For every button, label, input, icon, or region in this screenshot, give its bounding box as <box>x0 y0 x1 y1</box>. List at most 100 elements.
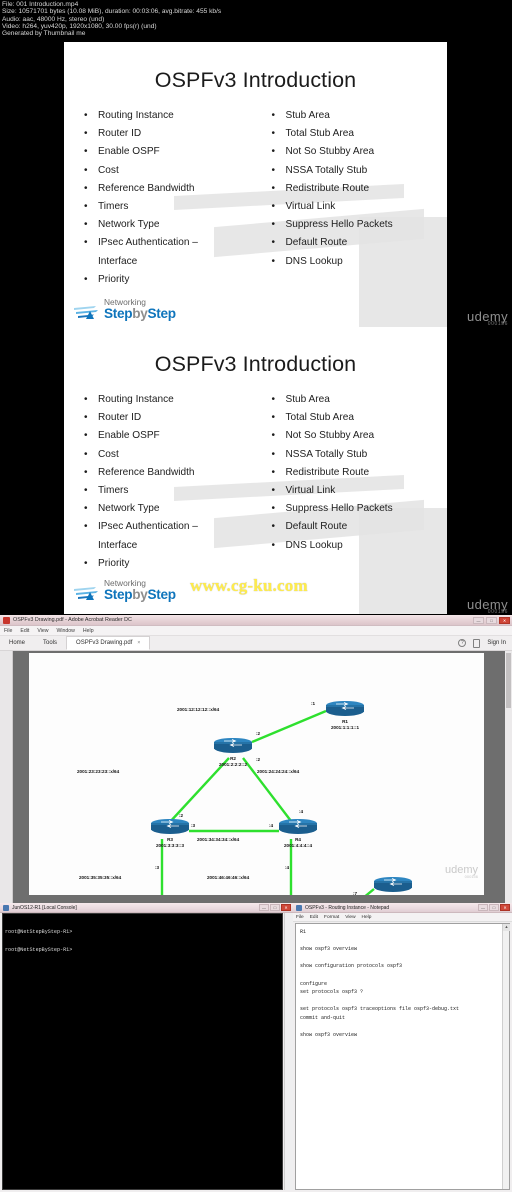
acrobat-tabbar-right: ? Sign In <box>458 636 512 650</box>
router-r2-address: 2001:2:2:2::2 <box>218 762 248 767</box>
router-r3-address: 2001:3:3:3::3 <box>155 843 185 848</box>
slide-bullet-columns: Routing Instance Router ID Enable OSPF C… <box>64 107 447 289</box>
menu-file[interactable]: File <box>296 915 304 920</box>
slide-bullet-columns: Routing Instance Router ID Enable OSPF C… <box>64 391 447 573</box>
maximize-button[interactable]: □ <box>270 904 280 911</box>
udemy-watermark-pdf: udemy 000156 <box>445 864 478 879</box>
link-label-12: 2001:12:12:12::x/64 <box>177 707 220 712</box>
console-terminal[interactable]: root@NetStepByStep-R1> root@NetStepBySte… <box>2 913 283 1190</box>
list-item: Router ID <box>80 125 261 143</box>
list-item-continuation: Interface <box>98 539 138 551</box>
tab-tools-label: Tools <box>43 640 58 646</box>
router-r4-label: R4 <box>295 837 301 842</box>
console-window-title: JunOS12-R1 [Local Console] <box>12 904 77 911</box>
console-title-bar: JunOS12-R1 [Local Console] — □ ✕ <box>0 903 293 913</box>
slide-bullets-right: Stub Area Total Stub Area Not So Stubby … <box>261 391 442 573</box>
networking-stepbystep-logo: Networking StepbyStep <box>74 296 204 326</box>
adobe-acrobat-window: OSPFv3 Drawing.pdf - Adobe Acrobat Reade… <box>0 615 512 904</box>
sign-in-button[interactable]: Sign In <box>487 640 506 646</box>
acrobat-navigation-pane[interactable] <box>0 651 13 904</box>
list-item: Stub Area <box>268 391 442 409</box>
notepad-text-area[interactable]: R1 show ospf3 overview show configuratio… <box>295 923 510 1190</box>
menu-view[interactable]: View <box>345 915 355 920</box>
site-watermark: www.cg-ku.com <box>190 576 308 595</box>
list-item: Timers <box>80 482 261 500</box>
router-r1-label: R1 <box>342 719 348 724</box>
menu-file[interactable]: File <box>4 628 12 634</box>
minimize-button[interactable]: — <box>473 616 484 624</box>
meta-line-file: File: 001 Introduction.mp4 <box>2 1 79 8</box>
close-button[interactable]: ✕ <box>500 904 510 911</box>
list-item: Virtual Link <box>268 482 442 500</box>
list-item: Priority <box>80 271 261 289</box>
tab-document[interactable]: OSPFv3 Drawing.pdf × <box>66 636 151 650</box>
menu-help[interactable]: Help <box>362 915 372 920</box>
notepad-scrollbar[interactable]: ▲ <box>502 924 510 1189</box>
scrollbar-thumb[interactable] <box>506 653 511 708</box>
help-icon[interactable]: ? <box>458 639 467 647</box>
swoosh-icon <box>74 587 98 600</box>
window-controls: — □ ✕ <box>259 904 293 911</box>
mobile-link-icon[interactable] <box>473 638 481 648</box>
list-item: Routing Instance <box>80 391 261 409</box>
close-button[interactable]: ✕ <box>281 904 291 911</box>
interface-id: :7 <box>353 891 358 895</box>
logo-by: by <box>132 587 148 602</box>
menu-help[interactable]: Help <box>83 628 94 634</box>
tab-tools[interactable]: Tools <box>34 636 66 650</box>
minimize-button[interactable]: — <box>478 904 488 911</box>
link-label-23: 2001:23:23:23::x/64 <box>77 769 120 774</box>
pdf-page: R1 2001:1:1:1::1 R2 2001:2:2:2::2 R3 200… <box>29 653 484 895</box>
menu-format[interactable]: Format <box>324 915 339 920</box>
document-scrollbar[interactable] <box>505 651 512 904</box>
maximize-button[interactable]: □ <box>489 904 499 911</box>
list-item: IPsec Authentication – <box>80 234 261 252</box>
list-item: Not So Stubby Area <box>268 427 442 445</box>
list-item: Timers <box>80 198 261 216</box>
swoosh-icon <box>74 306 98 319</box>
list-item: Enable OSPF <box>80 427 261 445</box>
logo-step-1: Step <box>104 587 133 602</box>
console-output: root@NetStepByStep-R1> root@NetStepBySte… <box>5 929 73 953</box>
slide-title: OSPFv3 Introduction <box>154 352 357 376</box>
scroll-up-icon[interactable]: ▲ <box>503 924 510 931</box>
router-r4 <box>279 819 317 835</box>
video-metadata: File: 001 Introduction.mp4 Size: 1057170… <box>2 1 221 37</box>
list-item: Cost <box>80 162 261 180</box>
router-arrows-icon <box>336 702 354 710</box>
acrobat-tab-bar: Home Tools OSPFv3 Drawing.pdf × ? Sign I… <box>0 636 512 651</box>
router-r1-address: 2001:1:1:1::1 <box>330 725 360 730</box>
tab-home[interactable]: Home <box>0 636 34 650</box>
menu-edit[interactable]: Edit <box>310 915 318 920</box>
menu-edit[interactable]: Edit <box>20 628 29 634</box>
logo-step-1: Step <box>104 306 133 321</box>
maximize-button[interactable]: □ <box>486 616 497 624</box>
list-item: Router ID <box>80 409 261 427</box>
notepad-title-bar: OSPFv3 - Routing Instance - Notepad — □ … <box>293 903 512 913</box>
list-item: Virtual Link <box>268 198 442 216</box>
menu-view[interactable]: View <box>37 628 48 634</box>
interface-id: :2 <box>256 731 261 736</box>
acrobat-document-area: R1 2001:1:1:1::1 R2 2001:2:2:2::2 R3 200… <box>0 651 512 904</box>
logo-line-stepbystep: StepbyStep <box>104 306 176 321</box>
minimize-button[interactable]: — <box>259 904 269 911</box>
interface-id: :1 <box>311 701 316 706</box>
acrobat-menu-bar: File Edit View Window Help <box>0 626 512 636</box>
interface-id: :4 <box>285 865 290 870</box>
list-item: Default Route <box>268 518 442 536</box>
console-scrollbar[interactable] <box>284 913 293 1190</box>
router-r7 <box>374 877 412 893</box>
close-button[interactable]: ✕ <box>499 616 510 624</box>
list-item: Redistribute Route <box>268 180 442 198</box>
list-item: Reference Bandwidth <box>80 464 261 482</box>
logo-line-stepbystep: StepbyStep <box>104 587 176 602</box>
close-icon[interactable]: × <box>137 640 140 646</box>
menu-window[interactable]: Window <box>56 628 74 634</box>
udemy-watermark-2: udemy 000156 <box>467 597 508 615</box>
list-item: Total Stub Area <box>268 409 442 427</box>
interface-id: :4 <box>299 809 304 814</box>
window-controls: — □ ✕ <box>473 616 512 624</box>
list-item: DNS Lookup <box>268 537 442 555</box>
slide-bullets-right: Stub Area Total Stub Area Not So Stubby … <box>261 107 442 289</box>
slide-thumbnail-1: OSPFv3 Introduction Routing Instance Rou… <box>64 42 447 333</box>
